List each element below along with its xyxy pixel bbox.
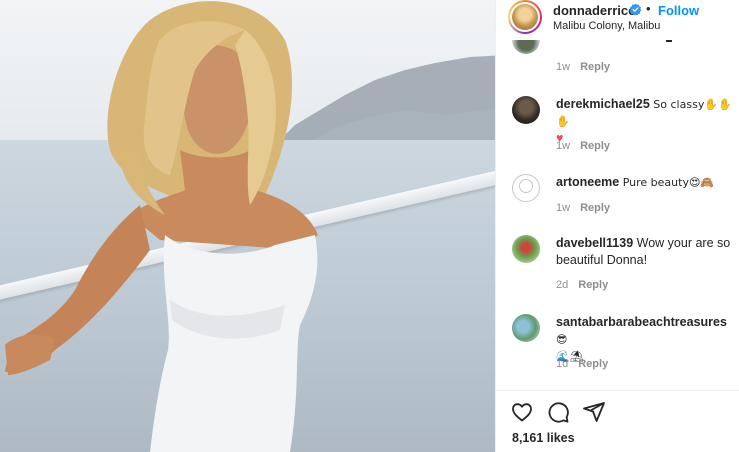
- heart-icon[interactable]: [510, 400, 534, 424]
- author-avatar[interactable]: [508, 0, 542, 34]
- share-icon[interactable]: [582, 400, 606, 424]
- comment-username[interactable]: santabarbarabeachtreasures: [556, 315, 727, 329]
- partial-comment-mark: [666, 40, 672, 42]
- comment-meta: 1w Reply: [556, 140, 610, 152]
- comment-meta: 1w Reply: [556, 61, 610, 73]
- likes-count[interactable]: 8,161 likes: [512, 431, 575, 445]
- reply-button[interactable]: Reply: [578, 279, 608, 291]
- comment-time: 1w: [556, 202, 571, 214]
- comment-time: 1w: [556, 61, 571, 73]
- header-separator: •: [646, 1, 651, 16]
- comment-username[interactable]: derekmichael25: [556, 97, 650, 111]
- comment-meta: 1d Reply: [556, 358, 608, 370]
- post-header: donnaderrico • Follow Malibu Colony, Mal…: [496, 0, 739, 40]
- reply-button[interactable]: Reply: [578, 358, 608, 370]
- comment-username[interactable]: artoneeme: [556, 175, 619, 189]
- comment-text: 😎: [556, 333, 568, 346]
- comment-meta: 1w Reply: [556, 202, 610, 214]
- post-location[interactable]: Malibu Colony, Malibu: [553, 20, 660, 32]
- author-username[interactable]: donnaderrico: [553, 3, 636, 18]
- comment-item: davebell1139 Wow your are so beautiful D…: [556, 235, 736, 269]
- comment-time: 1w: [556, 140, 571, 152]
- comment-time: 1d: [556, 358, 569, 370]
- comment-item: artoneeme Pure beauty😍🙈: [556, 174, 736, 191]
- partial-comment-avatar[interactable]: [512, 40, 540, 54]
- post-photo[interactable]: [0, 0, 495, 452]
- follow-button[interactable]: Follow: [658, 3, 699, 18]
- comment-icon[interactable]: [546, 400, 570, 424]
- verified-badge-icon: [629, 3, 642, 16]
- reply-button[interactable]: Reply: [580, 61, 610, 73]
- commenter-avatar[interactable]: [512, 174, 540, 202]
- commenter-avatar[interactable]: [512, 96, 540, 124]
- post-actions-bar: 8,161 likes: [496, 390, 739, 452]
- comment-meta: 2d Reply: [556, 279, 608, 291]
- comment-username[interactable]: davebell1139: [556, 236, 633, 250]
- commenter-avatar[interactable]: [512, 235, 540, 263]
- reply-button[interactable]: Reply: [580, 202, 610, 214]
- comment-text: Pure beauty😍🙈: [622, 176, 715, 189]
- post-side-panel: donnaderrico • Follow Malibu Colony, Mal…: [495, 0, 739, 452]
- commenter-avatar[interactable]: [512, 314, 540, 342]
- comment-time: 2d: [556, 279, 569, 291]
- photo-figure: [5, 1, 318, 452]
- reply-button[interactable]: Reply: [580, 140, 610, 152]
